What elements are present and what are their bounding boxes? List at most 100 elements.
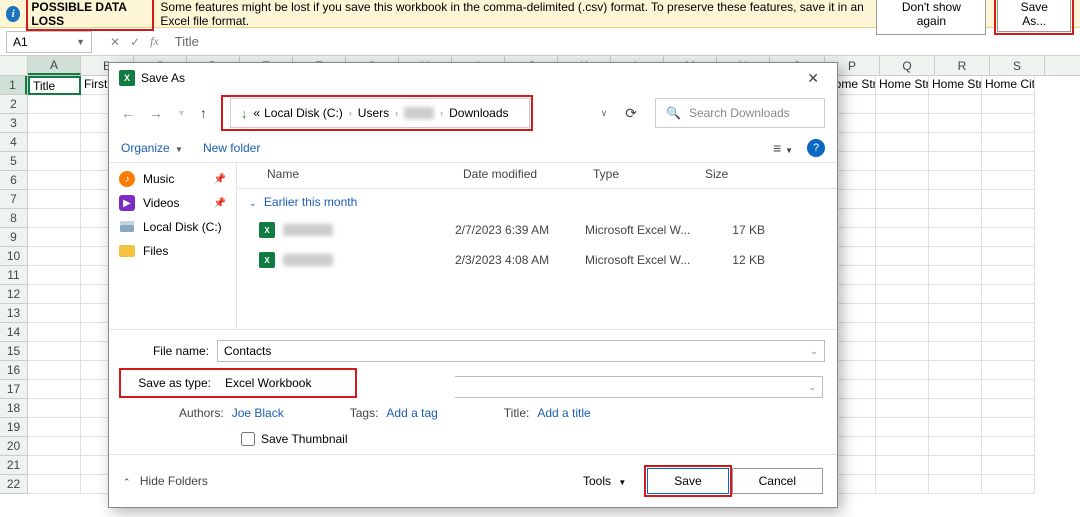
- row-header[interactable]: 10: [0, 247, 27, 266]
- cell[interactable]: [876, 437, 929, 456]
- col-header-type[interactable]: Type: [585, 163, 697, 188]
- cell[interactable]: [929, 361, 982, 380]
- cell[interactable]: [982, 95, 1035, 114]
- breadcrumb-part[interactable]: Local Disk (C:): [264, 106, 343, 120]
- row-header[interactable]: 16: [0, 361, 27, 380]
- cell[interactable]: Home City: [982, 76, 1035, 95]
- row-header[interactable]: 18: [0, 399, 27, 418]
- breadcrumb-part[interactable]: Downloads: [449, 106, 508, 120]
- cell[interactable]: [929, 342, 982, 361]
- row-header[interactable]: 19: [0, 418, 27, 437]
- formula-input[interactable]: Title: [169, 34, 1080, 49]
- cell[interactable]: [28, 171, 81, 190]
- cell[interactable]: [28, 342, 81, 361]
- save-thumbnail-checkbox[interactable]: [241, 432, 255, 446]
- cell[interactable]: [28, 456, 81, 475]
- cell[interactable]: [929, 228, 982, 247]
- back-icon[interactable]: ←: [121, 105, 135, 121]
- cell[interactable]: [929, 171, 982, 190]
- cell[interactable]: [929, 95, 982, 114]
- group-header[interactable]: ⌄ Earlier this month: [237, 189, 837, 215]
- cell[interactable]: [929, 399, 982, 418]
- cell[interactable]: [28, 247, 81, 266]
- cell[interactable]: [876, 133, 929, 152]
- cell[interactable]: [876, 304, 929, 323]
- cell[interactable]: [876, 418, 929, 437]
- cell[interactable]: [28, 475, 81, 494]
- cell[interactable]: [876, 456, 929, 475]
- cell[interactable]: [28, 152, 81, 171]
- save-button[interactable]: Save: [647, 468, 728, 494]
- name-box[interactable]: A1 ▼: [6, 31, 92, 53]
- cell[interactable]: [876, 399, 929, 418]
- cell[interactable]: [982, 456, 1035, 475]
- sidebar-item-files[interactable]: Files: [109, 239, 236, 263]
- cell[interactable]: [929, 209, 982, 228]
- tools-menu[interactable]: Tools ▼: [583, 474, 626, 488]
- authors-value[interactable]: Joe Black: [232, 406, 284, 420]
- tags-value[interactable]: Add a tag: [386, 406, 437, 420]
- cell[interactable]: [982, 133, 1035, 152]
- cell[interactable]: [28, 437, 81, 456]
- cell[interactable]: [876, 342, 929, 361]
- cell[interactable]: [929, 475, 982, 494]
- cell[interactable]: [28, 95, 81, 114]
- cell[interactable]: [982, 342, 1035, 361]
- cell[interactable]: [929, 380, 982, 399]
- chevron-down-icon[interactable]: ⌄: [808, 382, 822, 393]
- row-header[interactable]: 20: [0, 437, 27, 456]
- col-header[interactable]: Q: [880, 56, 935, 75]
- file-row[interactable]: X2/7/2023 6:39 AMMicrosoft Excel W...17 …: [237, 215, 837, 245]
- cell[interactable]: [876, 152, 929, 171]
- cell[interactable]: [982, 380, 1035, 399]
- cell[interactable]: [876, 285, 929, 304]
- cell[interactable]: [876, 361, 929, 380]
- cell[interactable]: [982, 418, 1035, 437]
- cell[interactable]: [982, 209, 1035, 228]
- cell[interactable]: Home Stre: [929, 76, 982, 95]
- file-row[interactable]: X2/3/2023 4:08 AMMicrosoft Excel W...12 …: [237, 245, 837, 275]
- row-header[interactable]: 14: [0, 323, 27, 342]
- row-header[interactable]: 7: [0, 190, 27, 209]
- col-header-name[interactable]: Name: [237, 163, 455, 188]
- row-header[interactable]: 17: [0, 380, 27, 399]
- cell[interactable]: [929, 190, 982, 209]
- breadcrumb-dropdown-icon[interactable]: ∨: [601, 108, 608, 119]
- fx-icon[interactable]: fx: [150, 34, 159, 49]
- sidebar-item-videos[interactable]: ▶ Videos 📌: [109, 191, 236, 215]
- sidebar-item-local-disk[interactable]: Local Disk (C:): [109, 215, 236, 239]
- doc-title-value[interactable]: Add a title: [537, 406, 590, 420]
- row-header[interactable]: 21: [0, 456, 27, 475]
- cell[interactable]: [929, 285, 982, 304]
- cell[interactable]: [929, 456, 982, 475]
- cell[interactable]: [876, 228, 929, 247]
- row-header[interactable]: 5: [0, 152, 27, 171]
- cell[interactable]: [28, 190, 81, 209]
- row-header[interactable]: 6: [0, 171, 27, 190]
- row-header[interactable]: 11: [0, 266, 27, 285]
- cell[interactable]: [876, 247, 929, 266]
- up-icon[interactable]: ↑: [200, 105, 207, 121]
- cell[interactable]: [929, 323, 982, 342]
- refresh-icon[interactable]: ⟳: [625, 105, 637, 122]
- breadcrumb[interactable]: ↓ « Local Disk (C:) › Users › › Download…: [230, 98, 530, 128]
- view-options-icon[interactable]: ≡ ▼: [773, 140, 793, 156]
- row-header[interactable]: 2: [0, 95, 27, 114]
- dont-show-again-button[interactable]: Don't show again: [876, 0, 986, 35]
- cell[interactable]: [876, 114, 929, 133]
- chevron-down-icon[interactable]: ⌄: [810, 346, 818, 357]
- row-header[interactable]: 8: [0, 209, 27, 228]
- col-header[interactable]: A: [28, 56, 81, 75]
- cell[interactable]: [982, 247, 1035, 266]
- forward-icon[interactable]: →: [149, 105, 163, 121]
- organize-menu[interactable]: Organize ▼: [121, 141, 183, 155]
- cell[interactable]: [982, 266, 1035, 285]
- col-header[interactable]: S: [990, 56, 1045, 75]
- cell[interactable]: [28, 323, 81, 342]
- row-header[interactable]: 15: [0, 342, 27, 361]
- cancel-button[interactable]: Cancel: [732, 468, 823, 494]
- cell[interactable]: [982, 475, 1035, 494]
- cell[interactable]: [876, 171, 929, 190]
- cell[interactable]: [876, 190, 929, 209]
- col-header-date[interactable]: Date modified: [455, 163, 585, 188]
